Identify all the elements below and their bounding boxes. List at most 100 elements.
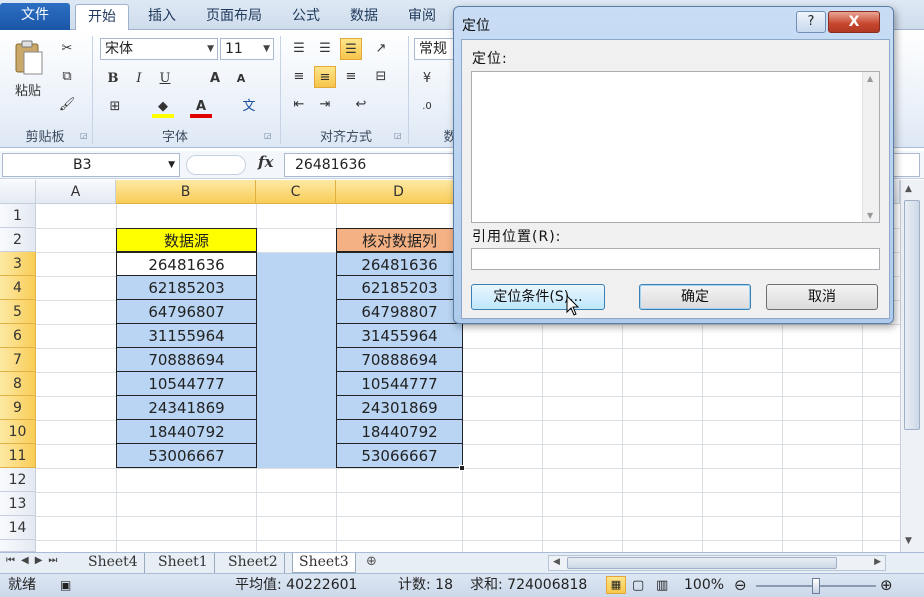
data-cell-d[interactable]: 18440792 xyxy=(336,420,463,444)
row-header[interactable]: 8 xyxy=(0,372,36,396)
decrease-indent-icon[interactable]: ⇤ xyxy=(288,94,310,116)
increase-decimal-icon[interactable]: .0 xyxy=(416,96,438,118)
ok-button[interactable]: 确定 xyxy=(639,284,751,310)
wrap-text-icon[interactable]: ↩ xyxy=(350,94,372,116)
data-cell-b[interactable]: 18440792 xyxy=(116,420,257,444)
special-button[interactable]: 定位条件(S)... xyxy=(471,284,605,310)
data-cell-d[interactable]: 26481636 xyxy=(336,252,463,276)
underline-button[interactable]: U xyxy=(154,68,176,90)
row-header[interactable]: 9 xyxy=(0,396,36,420)
fill-handle[interactable] xyxy=(459,465,465,471)
fill-color-icon[interactable]: ◆ xyxy=(152,96,174,118)
page-layout-view-icon[interactable]: ▢ xyxy=(632,574,644,597)
cancel-button[interactable]: 取消 xyxy=(766,284,878,310)
sheet-nav-icon[interactable]: ⏮◀▶⏭ xyxy=(6,555,63,566)
row-header[interactable] xyxy=(0,540,36,552)
data-cell-b[interactable]: 10544777 xyxy=(116,372,257,396)
scroll-right-icon[interactable]: ▶ xyxy=(874,557,881,567)
new-sheet-icon[interactable]: ⊕ xyxy=(366,554,377,569)
align-left-icon[interactable]: ≡ xyxy=(288,66,310,88)
row-header[interactable]: 13 xyxy=(0,492,36,516)
header-cell-source[interactable]: 数据源 xyxy=(116,228,257,252)
sheet-tab[interactable]: Sheet4 xyxy=(82,553,145,573)
copy-icon[interactable]: ⧉ xyxy=(56,66,78,88)
font-size-combo[interactable]: 11 ▼ xyxy=(220,38,274,60)
merge-center-icon[interactable]: ⊟ xyxy=(370,66,392,88)
help-button[interactable]: ? xyxy=(796,11,826,33)
row-header[interactable]: 4 xyxy=(0,276,36,300)
row-header[interactable]: 11 xyxy=(0,444,36,468)
align-center-icon[interactable]: ≡ xyxy=(314,66,336,88)
font-color-icon[interactable]: A xyxy=(190,96,212,118)
data-cell-b[interactable]: 70888694 xyxy=(116,348,257,372)
data-cell-b[interactable]: 26481636 xyxy=(116,252,257,276)
vertical-scrollbar[interactable]: ▲ ▼ xyxy=(900,180,924,552)
row-header[interactable]: 1 xyxy=(0,204,36,228)
zoom-out-icon[interactable]: ⊖ xyxy=(734,574,747,597)
page-break-view-icon[interactable]: ▥ xyxy=(656,574,668,597)
sheet-tab[interactable]: Sheet2 xyxy=(222,553,285,573)
goto-list[interactable]: ▲ ▼ xyxy=(471,71,880,223)
data-cell-d[interactable]: 31455964 xyxy=(336,324,463,348)
tab-home[interactable]: 开始 xyxy=(75,4,129,31)
font-launcher-icon[interactable]: ◲ xyxy=(264,131,272,140)
column-header-a[interactable]: A xyxy=(36,180,116,204)
horizontal-scroll-thumb[interactable] xyxy=(567,557,837,569)
data-cell-d[interactable]: 70888694 xyxy=(336,348,463,372)
reference-input[interactable] xyxy=(471,248,880,270)
paste-button[interactable]: 粘贴 xyxy=(8,36,48,116)
horizontal-scrollbar[interactable]: ◀ ▶ xyxy=(548,555,886,571)
tab-page-layout[interactable]: 页面布局 xyxy=(196,4,272,30)
increase-indent-icon[interactable]: ⇥ xyxy=(314,94,336,116)
macro-record-icon[interactable]: ▣ xyxy=(60,574,71,597)
font-name-combo[interactable]: 宋体 ▼ xyxy=(100,38,218,60)
align-right-icon[interactable]: ≡ xyxy=(340,66,362,88)
scroll-down-icon[interactable]: ▼ xyxy=(867,211,873,220)
bold-button[interactable]: B xyxy=(102,68,124,90)
data-cell-d[interactable]: 53066667 xyxy=(336,444,463,468)
scroll-down-icon[interactable]: ▼ xyxy=(905,536,912,546)
row-header[interactable]: 10 xyxy=(0,420,36,444)
zoom-level[interactable]: 100% xyxy=(684,574,724,597)
align-middle-icon[interactable]: ☰ xyxy=(314,38,336,60)
format-painter-icon[interactable]: 🖌 xyxy=(56,94,78,116)
tab-insert[interactable]: 插入 xyxy=(140,4,184,30)
tab-file[interactable]: 文件 xyxy=(0,3,70,30)
italic-button[interactable]: I xyxy=(128,68,150,90)
insert-function-button[interactable]: fx xyxy=(258,153,273,171)
sheet-tab[interactable]: Sheet1 xyxy=(152,553,215,573)
row-header[interactable]: 2 xyxy=(0,228,36,252)
tab-data[interactable]: 数据 xyxy=(342,4,386,30)
data-cell-d[interactable]: 10544777 xyxy=(336,372,463,396)
row-header[interactable]: 3 xyxy=(0,252,36,276)
zoom-in-icon[interactable]: ⊕ xyxy=(880,574,893,597)
sheet-tab-active[interactable]: Sheet3 xyxy=(292,553,356,573)
scroll-up-icon[interactable]: ▲ xyxy=(867,74,873,83)
currency-icon[interactable]: ¥ xyxy=(416,68,438,90)
list-scrollbar[interactable]: ▲ ▼ xyxy=(862,72,879,222)
row-header[interactable]: 7 xyxy=(0,348,36,372)
align-top-icon[interactable]: ☰ xyxy=(288,38,310,60)
row-header[interactable]: 12 xyxy=(0,468,36,492)
zoom-slider-thumb[interactable] xyxy=(812,578,820,594)
data-cell-d[interactable]: 24301869 xyxy=(336,396,463,420)
close-button[interactable]: X xyxy=(828,11,880,33)
cut-icon[interactable]: ✂ xyxy=(56,38,78,60)
alignment-launcher-icon[interactable]: ◲ xyxy=(394,131,402,140)
data-cell-d[interactable]: 64798807 xyxy=(336,300,463,324)
tab-review[interactable]: 审阅 xyxy=(400,4,444,30)
tab-formulas[interactable]: 公式 xyxy=(284,4,328,30)
shrink-font-button[interactable]: A xyxy=(230,68,252,90)
column-header-b[interactable]: B xyxy=(116,180,256,204)
phonetic-button[interactable]: 文 xyxy=(238,96,260,118)
clipboard-launcher-icon[interactable]: ◲ xyxy=(80,131,88,140)
scroll-left-icon[interactable]: ◀ xyxy=(553,557,560,567)
column-header-c[interactable]: C xyxy=(256,180,336,204)
data-cell-d[interactable]: 62185203 xyxy=(336,276,463,300)
row-header[interactable]: 6 xyxy=(0,324,36,348)
name-box[interactable]: B3 ▼ xyxy=(2,153,180,177)
orientation-icon[interactable]: ↗ xyxy=(370,38,392,60)
data-cell-b[interactable]: 31155964 xyxy=(116,324,257,348)
row-header[interactable]: 14 xyxy=(0,516,36,540)
scroll-thumb[interactable] xyxy=(904,200,920,430)
